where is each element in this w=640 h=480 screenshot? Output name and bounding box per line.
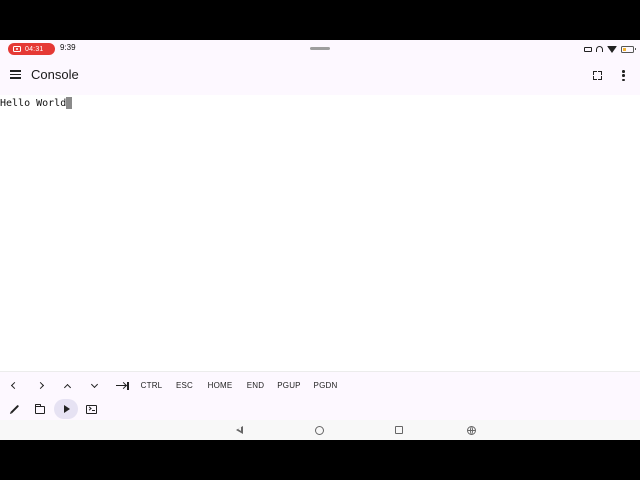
up-arrow-key[interactable]: [55, 372, 79, 399]
tab-key[interactable]: [110, 372, 134, 399]
chevron-down-icon: [90, 380, 98, 388]
terminal-icon: [85, 404, 97, 414]
more-vert-icon[interactable]: [622, 70, 625, 81]
chevron-left-icon: [10, 381, 18, 390]
battery-icon: [621, 45, 636, 53]
right-arrow-key[interactable]: [28, 372, 52, 399]
status-clock: 9:39: [60, 43, 76, 52]
pgup-key[interactable]: PGUP: [274, 372, 304, 399]
video-camera-icon: [13, 46, 21, 52]
pencil-icon: [10, 404, 20, 414]
vibrate-icon: [584, 46, 592, 52]
menu-icon[interactable]: [10, 70, 21, 79]
esc-key[interactable]: ESC: [172, 372, 197, 399]
down-arrow-key[interactable]: [82, 372, 106, 399]
home-key[interactable]: HOME: [203, 372, 237, 399]
extra-keys-bar: CTRL ESC HOME END PGUP PGDN: [0, 371, 640, 398]
edit-button[interactable]: [4, 399, 26, 419]
chevron-right-icon: [36, 381, 44, 390]
back-icon[interactable]: [236, 426, 243, 434]
status-icons: [584, 43, 636, 55]
screen-recording-indicator[interactable]: 04:31: [8, 43, 55, 55]
play-icon: [64, 405, 70, 413]
wifi-icon: [607, 45, 617, 53]
ctrl-key[interactable]: CTRL: [137, 372, 166, 399]
tab-icon: [115, 381, 129, 390]
headphones-icon: [596, 46, 603, 52]
console-button[interactable]: [80, 399, 102, 419]
app-bar: Console: [0, 57, 640, 95]
console-output-text: Hello World: [0, 97, 67, 109]
text-cursor: [66, 97, 73, 109]
bottom-toolbar: [0, 398, 640, 420]
home-icon[interactable]: [315, 426, 324, 435]
left-arrow-key[interactable]: [2, 372, 26, 399]
device-screen: 04:31 9:39 Console Hello World CTRL ESC …: [0, 40, 640, 440]
status-bar: 04:31 9:39: [0, 40, 640, 57]
page-title: Console: [31, 67, 79, 82]
end-key[interactable]: END: [242, 372, 269, 399]
system-navigation-bar: [0, 420, 640, 440]
folder-icon: [34, 403, 45, 414]
fullscreen-icon[interactable]: [593, 71, 602, 80]
recording-time: 04:31: [25, 45, 44, 53]
console-line: Hello World: [0, 97, 73, 109]
globe-icon[interactable]: [467, 426, 476, 435]
pgdn-key[interactable]: PGDN: [310, 372, 341, 399]
recents-icon[interactable]: [395, 426, 403, 434]
chevron-up-icon: [63, 383, 71, 391]
run-button[interactable]: [54, 399, 78, 419]
console-output-area[interactable]: Hello World: [0, 95, 640, 371]
window-handle[interactable]: [310, 47, 330, 50]
files-button[interactable]: [29, 399, 51, 419]
